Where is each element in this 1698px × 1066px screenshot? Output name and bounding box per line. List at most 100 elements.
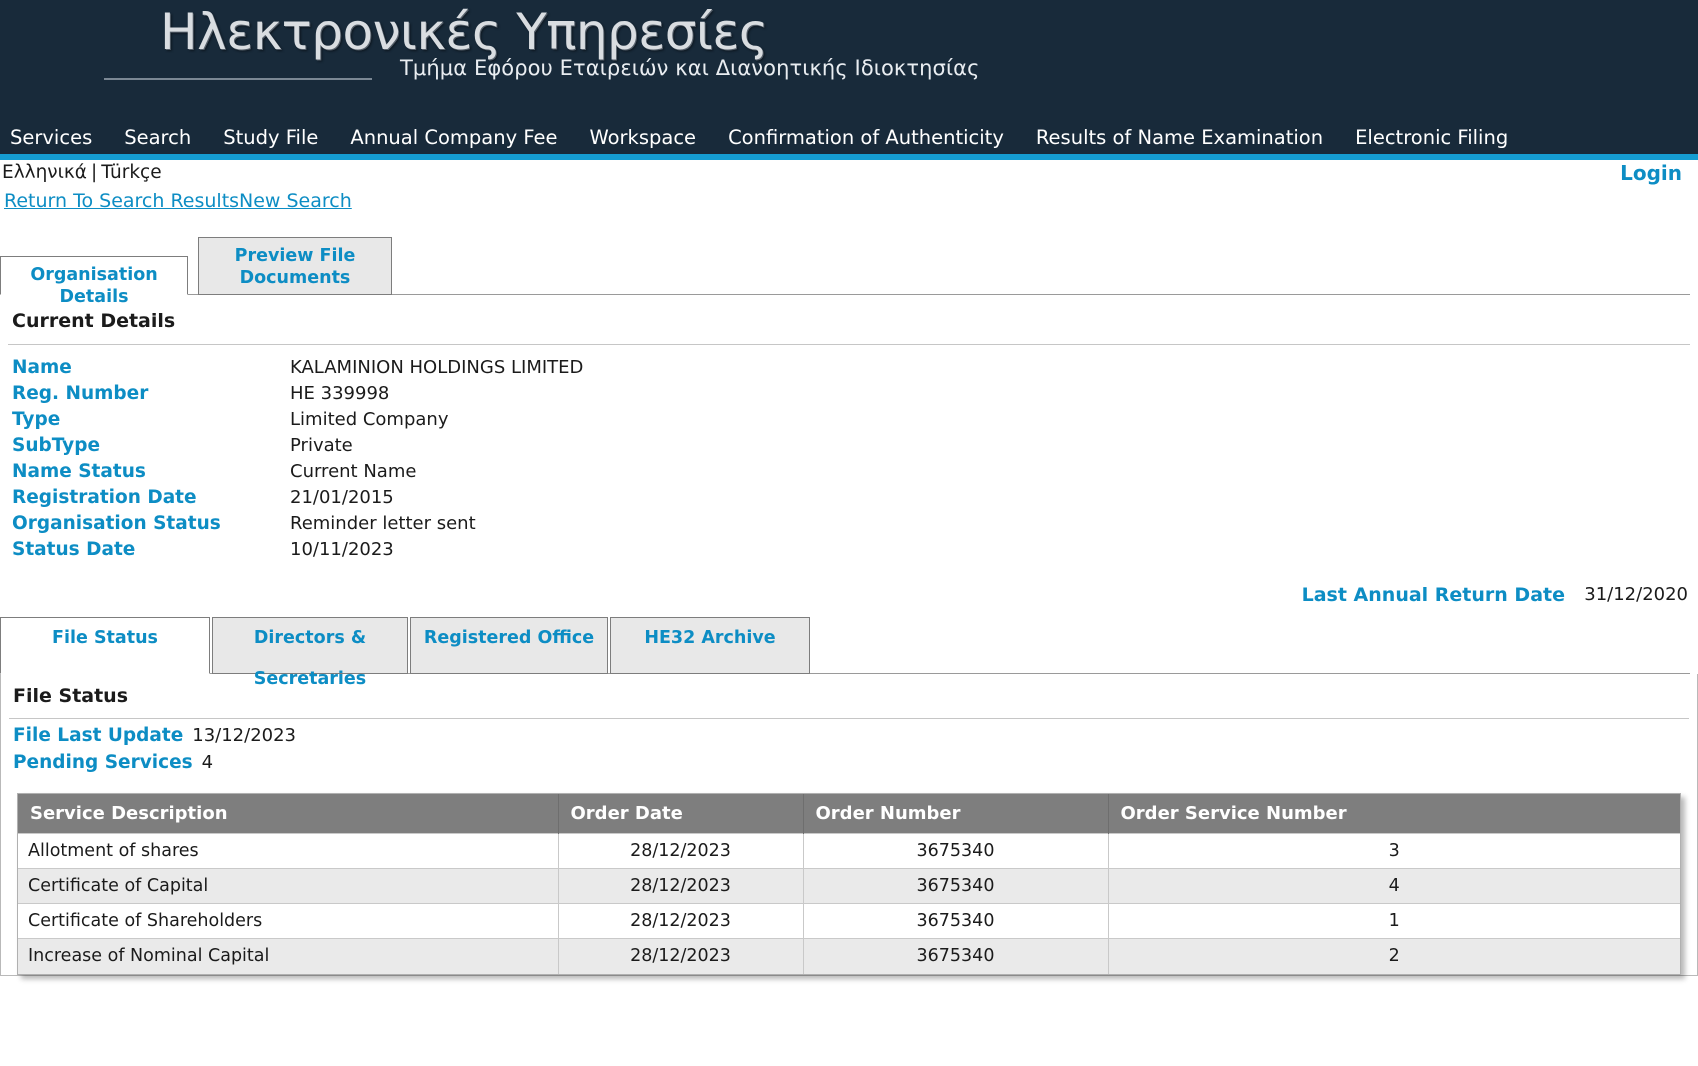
table-row: Increase of Nominal Capital 28/12/2023 3… <box>18 938 1680 974</box>
main-navigation-items: Services Search Study File Annual Compan… <box>0 122 1524 154</box>
last-annual-return-label: Last Annual Return Date <box>1301 584 1565 606</box>
cell-order-date: 28/12/2023 <box>558 868 804 904</box>
cell-order-number: 3675340 <box>803 868 1109 904</box>
detail-label-subtype: SubType <box>12 435 101 456</box>
cell-order-service-number: 1 <box>1108 903 1680 939</box>
language-link-turkish[interactable]: Türkçe <box>101 162 161 183</box>
pending-services-table: Service Description Order Date Order Num… <box>18 794 1680 974</box>
detail-value-name-status: Current Name <box>290 461 417 482</box>
language-separator: | <box>91 162 98 183</box>
detail-row-reg-number: Reg. Number HE 339998 <box>8 383 1690 409</box>
file-status-panel: File Status File Last Update 13/12/2023 … <box>0 674 1698 976</box>
detail-value-registration-date: 21/01/2015 <box>290 487 394 508</box>
language-and-login-bar: Ελληνικά | Türkçe Login <box>2 160 1690 190</box>
last-annual-return-value: 31/12/2020 <box>1584 584 1688 605</box>
main-navigation-bar: Services Search Study File Annual Compan… <box>0 122 1698 160</box>
outer-tab-strip: Organisation Details Preview File Docume… <box>0 233 1690 307</box>
table-row: Certificate of Shareholders 28/12/2023 3… <box>18 903 1680 939</box>
detail-label-registration-date: Registration Date <box>12 487 197 508</box>
language-switcher: Ελληνικά | Türkçe <box>2 162 162 183</box>
tab-directors-and-secretaries[interactable]: Directors & Secretaries <box>212 617 408 689</box>
cell-order-service-number: 3 <box>1108 833 1680 869</box>
detail-value-name: KALAMINION HOLDINGS LIMITED <box>290 357 584 378</box>
cell-order-date: 28/12/2023 <box>558 903 804 939</box>
logo-underline-rule <box>104 78 372 80</box>
last-annual-return-row: Last Annual Return Date 31/12/2020 <box>8 565 1690 617</box>
detail-row-registration-date: Registration Date 21/01/2015 <box>8 487 1690 513</box>
detail-value-type: Limited Company <box>290 409 449 430</box>
tab-he32-archive[interactable]: HE32 Archive <box>610 617 810 674</box>
inner-tab-strip: File Status Directors & Secretaries Regi… <box>0 617 1690 689</box>
cell-order-service-number: 4 <box>1108 868 1680 904</box>
nav-item-electronic-filing[interactable]: Electronic Filing <box>1339 122 1524 154</box>
cell-service-description: Certificate of Capital <box>18 868 559 904</box>
detail-row-name-status: Name Status Current Name <box>8 461 1690 487</box>
tab-preview-file-documents[interactable]: Preview File Documents <box>198 237 392 295</box>
table-row: Certificate of Capital 28/12/2023 367534… <box>18 868 1680 904</box>
cell-order-number: 3675340 <box>803 903 1109 939</box>
file-last-update-row: File Last Update 13/12/2023 <box>9 719 1689 746</box>
detail-row-subtype: SubType Private <box>8 435 1690 461</box>
column-header-order-number[interactable]: Order Number <box>803 794 1109 834</box>
detail-row-type: Type Limited Company <box>8 409 1690 435</box>
detail-label-name: Name <box>12 357 72 378</box>
tab-he32-archive-label: HE32 Archive <box>644 628 776 648</box>
cell-order-date: 28/12/2023 <box>558 833 804 869</box>
tab-organisation-details[interactable]: Organisation Details <box>0 256 188 307</box>
cell-order-service-number: 2 <box>1108 938 1680 974</box>
nav-item-workspace[interactable]: Workspace <box>573 122 712 154</box>
detail-value-status-date: 10/11/2023 <box>290 539 394 560</box>
current-details-list: Name KALAMINION HOLDINGS LIMITED Reg. Nu… <box>8 345 1690 565</box>
cell-service-description: Certificate of Shareholders <box>18 903 559 939</box>
detail-label-reg-number: Reg. Number <box>12 383 149 404</box>
detail-label-name-status: Name Status <box>12 461 146 482</box>
file-last-update-value: 13/12/2023 <box>192 725 297 746</box>
table-body: Allotment of shares 28/12/2023 3675340 3… <box>18 833 1680 974</box>
detail-value-organisation-status: Reminder letter sent <box>290 513 476 534</box>
detail-label-status-date: Status Date <box>12 539 136 560</box>
detail-label-type: Type <box>12 409 61 430</box>
current-details-heading: Current Details <box>8 295 1690 345</box>
search-navigation-links: Return To Search Results New Search <box>4 190 1690 224</box>
file-last-update-label: File Last Update <box>13 725 184 746</box>
tab-file-status[interactable]: File Status <box>0 617 210 674</box>
column-header-order-date[interactable]: Order Date <box>558 794 804 834</box>
nav-item-results-of-name-examination[interactable]: Results of Name Examination <box>1020 122 1339 154</box>
new-search-link[interactable]: New Search <box>239 190 352 212</box>
detail-row-status-date: Status Date 10/11/2023 <box>8 539 1690 565</box>
tab-preview-file-documents-label: Preview File Documents <box>234 246 356 288</box>
cell-order-number: 3675340 <box>803 938 1109 974</box>
table-header-row: Service Description Order Date Order Num… <box>18 794 1680 834</box>
nav-item-search[interactable]: Search <box>108 122 207 154</box>
nav-item-confirmation-of-authenticity[interactable]: Confirmation of Authenticity <box>712 122 1020 154</box>
language-link-greek[interactable]: Ελληνικά <box>2 162 87 183</box>
column-header-order-service-number[interactable]: Order Service Number <box>1108 794 1680 834</box>
detail-value-subtype: Private <box>290 435 353 456</box>
cell-service-description: Increase of Nominal Capital <box>18 938 559 974</box>
table-header: Service Description Order Date Order Num… <box>18 794 1680 834</box>
nav-item-study-file[interactable]: Study File <box>207 122 334 154</box>
login-link[interactable]: Login <box>1620 161 1682 185</box>
site-masthead: Ηλεκτρονικές Υπηρεσίες Τμήμα Εφόρου Εται… <box>0 0 1698 122</box>
pending-services-count: 4 <box>201 752 214 773</box>
detail-value-reg-number: HE 339998 <box>290 383 390 404</box>
table-row: Allotment of shares 28/12/2023 3675340 3 <box>18 833 1680 869</box>
detail-row-name: Name KALAMINION HOLDINGS LIMITED <box>8 357 1690 383</box>
return-to-search-results-link[interactable]: Return To Search Results <box>4 190 239 212</box>
pending-services-row: Pending Services 4 <box>9 746 1689 773</box>
nav-item-services[interactable]: Services <box>0 122 108 154</box>
tab-directors-and-secretaries-label: Directors & Secretaries <box>253 628 367 689</box>
site-logo: Ηλεκτρονικές Υπηρεσίες <box>160 0 1060 59</box>
tab-registered-office-label: Registered Office <box>423 628 595 648</box>
detail-label-organisation-status: Organisation Status <box>12 513 221 534</box>
nav-item-annual-company-fee[interactable]: Annual Company Fee <box>334 122 573 154</box>
site-subtitle: Τμήμα Εφόρου Εταιρειών και Διανοητικής Ι… <box>400 56 980 80</box>
pending-services-table-container: Service Description Order Date Order Num… <box>17 793 1681 975</box>
cell-order-date: 28/12/2023 <box>558 938 804 974</box>
detail-row-organisation-status: Organisation Status Reminder letter sent <box>8 513 1690 539</box>
cell-service-description: Allotment of shares <box>18 833 559 869</box>
cell-order-number: 3675340 <box>803 833 1109 869</box>
tab-registered-office[interactable]: Registered Office <box>410 617 608 674</box>
pending-services-label: Pending Services <box>13 752 193 773</box>
column-header-service-description[interactable]: Service Description <box>18 794 559 834</box>
